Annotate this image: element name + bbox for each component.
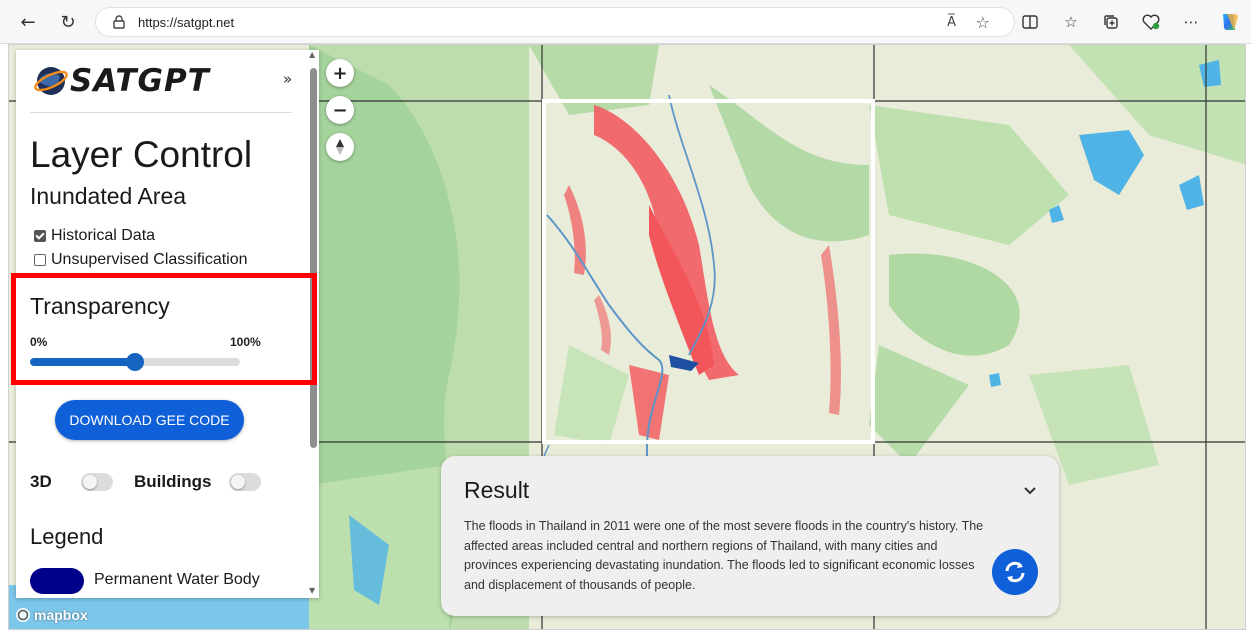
toggle-3d[interactable] (81, 473, 113, 491)
compass-icon (336, 139, 344, 155)
legend-swatch (30, 568, 84, 594)
legend-title: Legend (30, 524, 104, 549)
toggle-knob (83, 475, 97, 489)
logo-text: SATGPT (70, 63, 210, 99)
reload-icon[interactable]: ↻ (55, 9, 81, 35)
historical-data-label: Historical Data (51, 227, 156, 244)
result-text: The floods in Thailand in 2011 were one … (464, 519, 984, 592)
layer-section-title: Inundated Area (30, 183, 187, 209)
scroll-down-icon[interactable]: ▼ (309, 586, 315, 595)
mapbox-icon (16, 608, 30, 622)
checkbox-checked[interactable] (34, 230, 46, 242)
highlight-box (11, 273, 317, 385)
favorite-star-icon[interactable]: ☆ (976, 13, 990, 32)
compass-button[interactable] (326, 133, 354, 161)
result-card: Result The floods in Thailand in 2011 we… (441, 456, 1059, 616)
refresh-icon (1005, 561, 1025, 583)
scrollbar-thumb[interactable] (310, 68, 317, 448)
health-icon[interactable] (1139, 10, 1163, 34)
read-aloud-icon[interactable]: A̅ (947, 15, 956, 30)
unsupervised-classification-checkbox[interactable]: Unsupervised Classification (34, 251, 248, 269)
divider (30, 112, 292, 113)
chevron-down-icon[interactable] (1023, 484, 1037, 498)
result-title: Result (464, 477, 530, 503)
toggle-knob (231, 475, 245, 489)
copilot-icon[interactable] (1217, 10, 1241, 34)
checkbox-unchecked[interactable] (34, 254, 46, 266)
toggle-buildings-label: Buildings (134, 472, 212, 491)
panel-title: Layer Control (30, 134, 253, 175)
browser-toolbar: ← ↻ https://satgpt.net A̅ ☆ ☆ ⋯ (0, 0, 1251, 44)
favorites-icon[interactable]: ☆ (1059, 10, 1083, 34)
zoom-in-button[interactable]: + (326, 59, 354, 87)
globe-icon (34, 67, 68, 95)
more-icon[interactable]: ⋯ (1179, 10, 1203, 34)
mapbox-label: mapbox (34, 607, 88, 623)
zoom-out-button[interactable]: − (326, 96, 354, 124)
toggle-buildings[interactable] (229, 473, 261, 491)
historical-data-checkbox[interactable]: Historical Data (34, 227, 155, 245)
collections-icon[interactable] (1099, 10, 1123, 34)
toggle-3d-label: 3D (30, 472, 52, 491)
scroll-up-icon[interactable]: ▲ (309, 50, 315, 59)
split-screen-icon[interactable] (1018, 10, 1042, 34)
lock-icon[interactable] (112, 15, 126, 29)
collapse-panel-button[interactable]: » (283, 70, 292, 88)
download-gee-code-button[interactable]: DOWNLOAD GEE CODE (55, 400, 244, 440)
legend-item-label: Permanent Water Body (94, 571, 260, 588)
url-text[interactable]: https://satgpt.net (138, 15, 234, 30)
address-bar[interactable]: https://satgpt.net A̅ ☆ (95, 7, 1015, 37)
back-arrow-icon[interactable]: ← (15, 9, 41, 35)
satgpt-logo: SATGPT (34, 63, 304, 99)
mapbox-attribution[interactable]: mapbox (15, 607, 88, 623)
refresh-button[interactable] (992, 549, 1038, 595)
unsupervised-classification-label: Unsupervised Classification (51, 251, 248, 268)
